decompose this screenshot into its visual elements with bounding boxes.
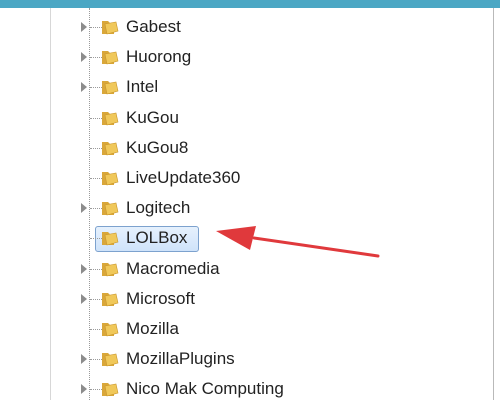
tree-item-mozilla[interactable]: Mozilla (0, 314, 500, 344)
folder-icon (102, 383, 119, 397)
folder-icon (102, 21, 119, 35)
tree-item-gabest[interactable]: Gabest (0, 12, 500, 42)
tree-item-label: Gabest (126, 17, 181, 36)
tree-item-label: LOLBox (126, 228, 188, 248)
tree-item-label: Microsoft (126, 288, 195, 308)
tree-item-microsoft[interactable]: Microsoft (0, 284, 500, 314)
expand-arrow-icon[interactable] (81, 22, 87, 32)
folder-icon (102, 232, 119, 246)
annotation-arrow-icon (216, 226, 380, 258)
folder-icon (102, 51, 119, 65)
tree-item-label: KuGou (126, 107, 179, 127)
tree-item-label: Mozilla (126, 319, 179, 338)
tree-item-huorong[interactable]: Huorong (0, 42, 500, 72)
tree-item-label: MozillaPlugins (126, 349, 235, 369)
tree-item-intel[interactable]: Intel (0, 72, 500, 102)
expand-arrow-icon[interactable] (81, 293, 87, 304)
expand-arrow-icon[interactable] (81, 203, 87, 214)
tree-item-label: LiveUpdate360 (126, 168, 241, 187)
folder-icon (102, 172, 119, 186)
tree-item-liveupdate360[interactable]: LiveUpdate360 (0, 163, 500, 193)
expand-arrow-icon[interactable] (81, 384, 87, 395)
tree-item-kugou8[interactable]: KuGou8 (0, 133, 500, 163)
folder-icon (102, 81, 119, 95)
folder-icon (102, 262, 119, 276)
tree-item-label: Nico Mak Computing (126, 379, 284, 399)
folder-icon (102, 292, 119, 307)
tree-item-label: KuGou8 (126, 137, 189, 157)
folder-icon (102, 353, 119, 367)
tree-item-label: Macromedia (126, 258, 220, 278)
folder-icon (102, 202, 119, 216)
tree-item-kugou[interactable]: KuGou (0, 103, 500, 133)
folder-icon (102, 141, 119, 156)
window-top-bar (0, 0, 500, 8)
expand-arrow-icon[interactable] (81, 82, 87, 93)
tree-item-label: Logitech (126, 198, 191, 218)
tree-item-label: Intel (126, 77, 159, 97)
expand-arrow-icon[interactable] (81, 263, 87, 274)
folder-icon (102, 323, 119, 337)
tree-item-label: Huorong (126, 47, 192, 67)
expand-arrow-icon[interactable] (81, 354, 87, 365)
folder-icon (102, 111, 119, 125)
expand-arrow-icon[interactable] (81, 52, 87, 63)
tree-item-logitech[interactable]: Logitech (0, 193, 500, 223)
tree-item-mozillaplugins[interactable]: MozillaPlugins (0, 344, 500, 374)
